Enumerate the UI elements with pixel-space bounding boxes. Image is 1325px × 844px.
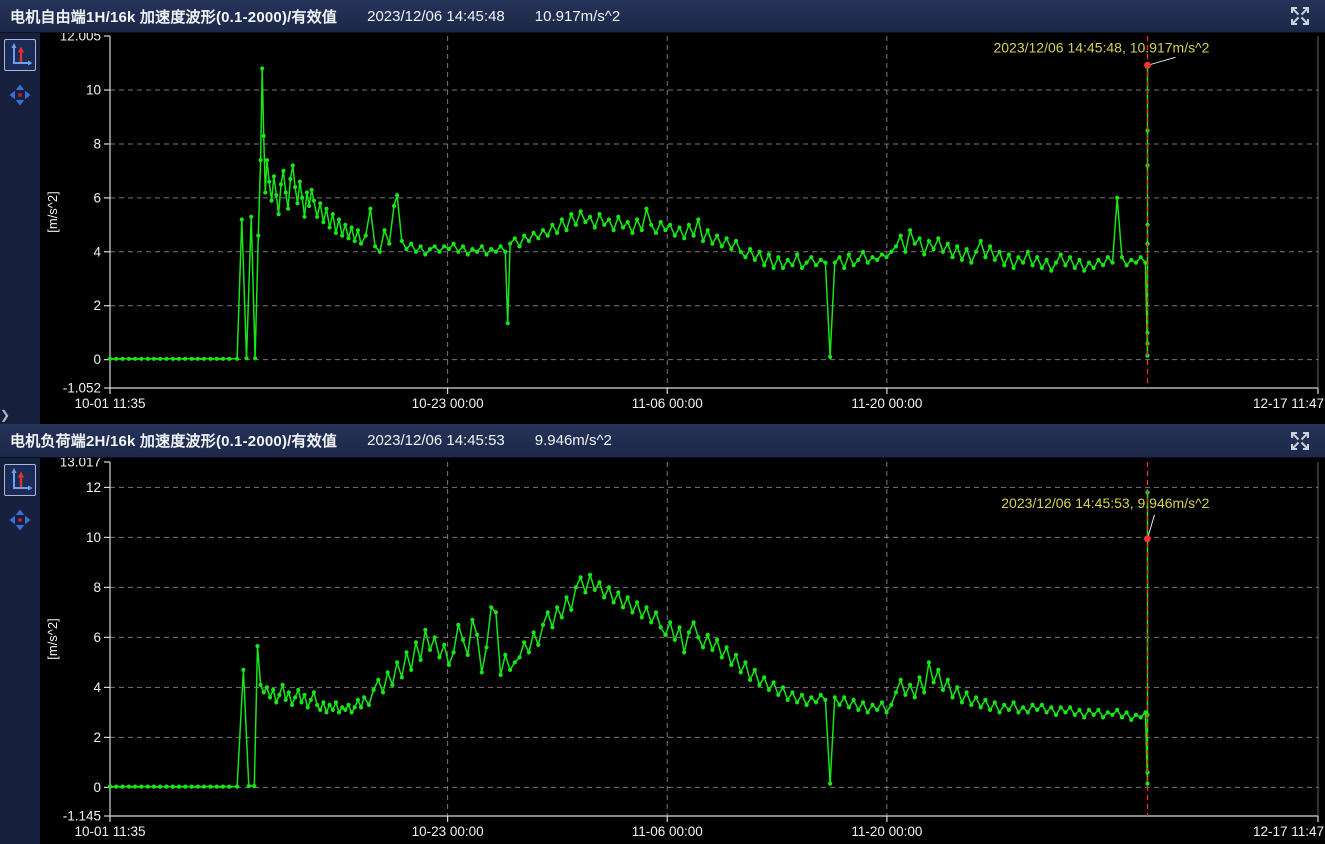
axes-cursor-icon	[7, 467, 33, 493]
cursor-marker[interactable]	[1144, 535, 1151, 542]
axis-tool-button[interactable]	[4, 39, 36, 71]
y-tick-label: 6	[93, 190, 101, 205]
y-tick-label: 8	[93, 136, 101, 151]
cursor-timestamp: 2023/12/06 14:45:48	[367, 8, 505, 25]
x-tick-label: 10-01 11:35	[74, 396, 145, 411]
cursor-leader-line	[1147, 57, 1175, 65]
pan-tool-button[interactable]	[9, 509, 31, 531]
chart-toolbar	[0, 458, 40, 844]
vibration-trend-screen: 电机自由端1H/16k 加速度波形(0.1-2000)/有效值 2023/12/…	[0, 0, 1325, 844]
cursor-leader-line	[1147, 515, 1154, 539]
expand-arrows-icon	[1289, 15, 1311, 30]
expand-button[interactable]	[1287, 3, 1313, 29]
y-tick-label: 8	[93, 580, 101, 595]
y-tick-label: -1.052	[63, 381, 101, 396]
chart-toolbar	[0, 33, 40, 424]
collapse-chevron[interactable]: ❯	[0, 406, 14, 424]
trend-chart-svg[interactable]: 12.005 10 8 6 4 2 0 -1.05210-01 11:35 10-23 00:0…	[40, 33, 1325, 424]
y-tick-label: 4	[93, 680, 101, 695]
cursor-marker[interactable]	[1144, 62, 1151, 69]
cursor-value: 10.917m/s^2	[535, 8, 620, 25]
x-tick-label: 12-17 11:47	[1253, 824, 1324, 839]
x-tick-label: 12-17 11:47	[1253, 396, 1324, 411]
y-tick-label: 12.005	[60, 33, 101, 44]
trend-line	[110, 65, 1148, 359]
panel-header: 电机自由端1H/16k 加速度波形(0.1-2000)/有效值 2023/12/…	[0, 0, 1325, 33]
y-tick-label: 13.017	[60, 458, 101, 470]
channel-title: 电机自由端1H/16k 加速度波形(0.1-2000)/有效值	[10, 6, 337, 27]
chart-panel-bottom: 电机负荷端2H/16k 加速度波形(0.1-2000)/有效值 2023/12/…	[0, 424, 1325, 844]
y-tick-label: 2	[93, 730, 101, 745]
chart-area: 13.017 12 10 8 6 4 2 0 -1.14510-01 11:35 10-23 00…	[0, 458, 1325, 844]
y-tick-label: 4	[93, 244, 101, 259]
cursor-value: 9.946m/s^2	[535, 432, 612, 449]
cursor-timestamp: 2023/12/06 14:45:53	[367, 432, 505, 449]
axes-cursor-icon	[7, 42, 33, 68]
trend-chart-svg[interactable]: 13.017 12 10 8 6 4 2 0 -1.14510-01 11:35 10-23 00…	[40, 458, 1325, 844]
x-tick-label: 11-06 00:00	[632, 396, 703, 411]
pan-move-icon	[9, 519, 31, 534]
pan-tool-button[interactable]	[9, 84, 31, 106]
x-tick-label: 11-06 00:00	[632, 824, 703, 839]
cursor-annotation: 2023/12/06 14:45:48, 10.917m/s^2	[993, 39, 1209, 55]
channel-title: 电机负荷端2H/16k 加速度波形(0.1-2000)/有效值	[10, 430, 337, 451]
y-tick-label: 10	[86, 530, 101, 545]
expand-button[interactable]	[1287, 428, 1313, 454]
x-tick-label: 10-23 00:00	[412, 396, 484, 411]
y-tick-label: 0	[93, 780, 101, 795]
cursor-annotation: 2023/12/06 14:45:53, 9.946m/s^2	[1001, 495, 1209, 511]
y-axis-unit-label: [m/s^2]	[45, 618, 60, 660]
pan-move-icon	[9, 94, 31, 109]
chart-area: 12.005 10 8 6 4 2 0 -1.05210-01 11:35 10-23 00:0…	[0, 33, 1325, 424]
x-tick-label: 10-23 00:00	[412, 824, 484, 839]
y-tick-label: 12	[86, 480, 101, 495]
trend-line	[110, 492, 1148, 786]
x-tick-label: 11-20 00:00	[851, 824, 922, 839]
y-tick-label: 6	[93, 630, 101, 645]
panel-header: 电机负荷端2H/16k 加速度波形(0.1-2000)/有效值 2023/12/…	[0, 424, 1325, 458]
expand-arrows-icon	[1289, 440, 1311, 455]
y-tick-label: -1.145	[63, 809, 101, 824]
y-tick-label: 10	[86, 83, 101, 98]
axis-tool-button[interactable]	[4, 464, 36, 496]
y-tick-label: 0	[93, 352, 101, 367]
x-tick-label: 11-20 00:00	[851, 396, 922, 411]
chart-panel-top: 电机自由端1H/16k 加速度波形(0.1-2000)/有效值 2023/12/…	[0, 0, 1325, 424]
x-tick-label: 10-01 11:35	[74, 824, 145, 839]
y-tick-label: 2	[93, 298, 101, 313]
y-axis-unit-label: [m/s^2]	[45, 191, 60, 233]
